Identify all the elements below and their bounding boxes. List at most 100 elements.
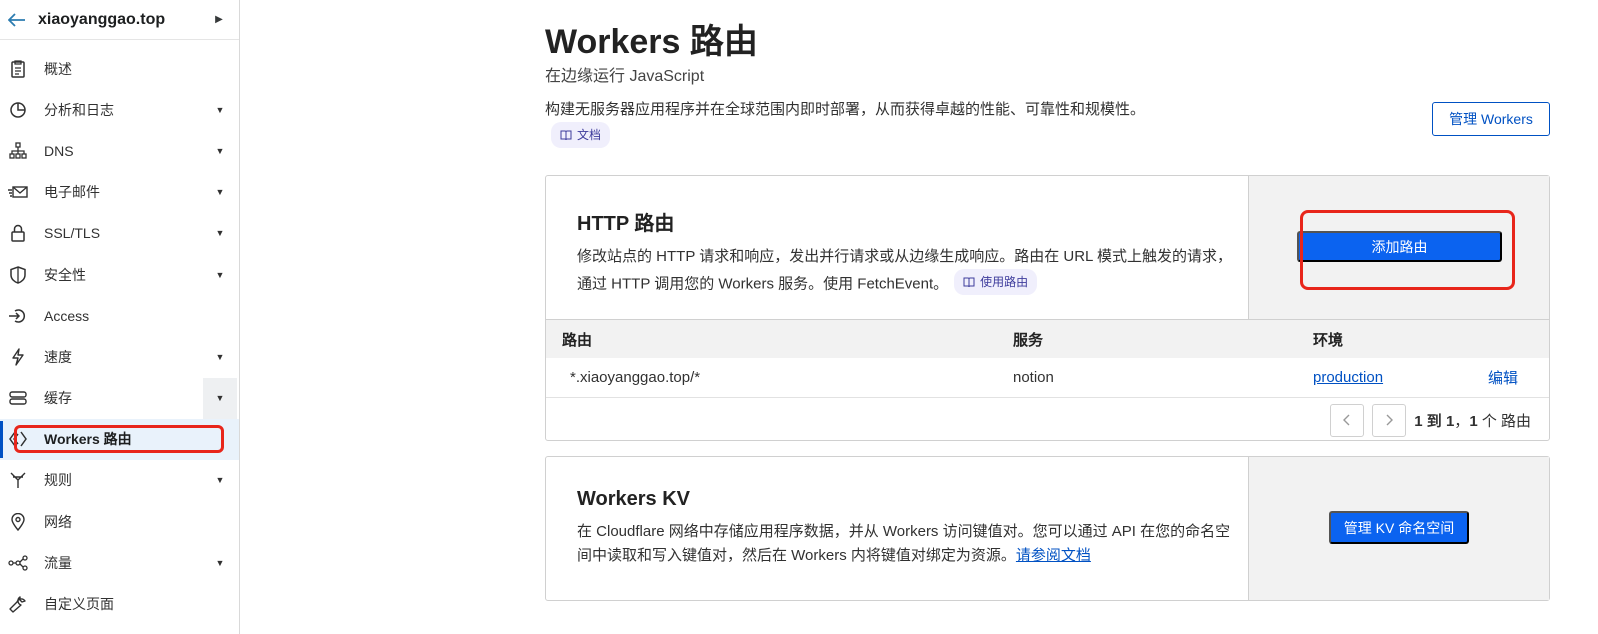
manage-kv-namespaces-button[interactable]: 管理 KV 命名空间 (1329, 511, 1469, 544)
workers-kv-actions: 管理 KV 命名空间 (1248, 457, 1549, 600)
highlight-box (1300, 210, 1515, 290)
pagination-to-word: 到 (1426, 412, 1442, 430)
highlight-box (14, 425, 224, 453)
next-page-button[interactable] (1372, 403, 1407, 437)
sidebar-item-label: 网络 (44, 513, 72, 530)
see-docs-link[interactable]: 请参阅文档 (1016, 547, 1091, 564)
sidebar-header: xiaoyanggao.top ▶ (0, 0, 239, 40)
lock-icon (8, 223, 28, 243)
caret-down-icon[interactable]: ▼ (203, 336, 237, 377)
pagination-unit: 个 路由 (1481, 412, 1531, 430)
workers-kv-info: Workers KV 在 Cloudflare 网络中存储应用程序数据，并从 W… (546, 457, 1248, 600)
caret-down-icon[interactable]: ▼ (203, 460, 237, 501)
sidebar-item-email[interactable]: 电子邮件 ▼ (0, 172, 239, 213)
sidebar-item-dns[interactable]: DNS ▼ (0, 130, 239, 171)
email-icon (8, 182, 28, 202)
wrench-icon (8, 594, 28, 614)
page-description-text: 构建无服务器应用程序并在全球范围内即时部署，从而获得卓越的性能、可靠性和规模性。 (545, 101, 1146, 118)
sidebar-item-custom-pages[interactable]: 自定义页面 (0, 583, 239, 624)
pie-chart-icon (8, 100, 28, 120)
chevron-right-icon (1386, 414, 1394, 426)
caret-down-icon[interactable]: ▼ (203, 213, 237, 254)
sidebar-item-overview[interactable]: 概述 (0, 48, 239, 89)
service-cell: notion (1013, 369, 1054, 386)
routes-table: 路由 服务 环境 *.xiaoyanggao.top/* notion prod… (546, 319, 1549, 442)
sidebar-item-label: DNS (44, 142, 74, 159)
network-icon (8, 141, 28, 161)
sidebar-item-network[interactable]: 网络 (0, 501, 239, 542)
page-title: Workers 路由 (545, 23, 758, 61)
http-routes-card: HTTP 路由 修改站点的 HTTP 请求和响应，发出并行请求或从边缘生成响应。… (545, 175, 1550, 441)
manage-workers-button[interactable]: 管理 Workers (1432, 102, 1550, 136)
sidebar-item-label: 缓存 (44, 390, 72, 407)
pagination-summary: 1 到 1，1 个 路由 (1414, 412, 1531, 430)
edit-route-link[interactable]: 编辑 (1488, 370, 1518, 387)
use-routes-link[interactable]: 使用路由 (954, 269, 1038, 295)
column-header-route: 路由 (562, 331, 593, 349)
sidebar-item-access[interactable]: Access (0, 295, 239, 336)
sidebar-nav: 概述 分析和日志 ▼ DNS ▼ 电子邮件 ▼ SSL/TLS ▼ 安全性 ▼ (0, 40, 239, 625)
sidebar-item-caching[interactable]: 缓存 ▼ (0, 377, 239, 419)
workers-kv-title: Workers KV (577, 488, 691, 510)
caret-down-icon[interactable]: ▼ (203, 254, 237, 295)
workers-kv-description-text: 在 Cloudflare 网络中存储应用程序数据，并从 Workers 访问键值… (577, 523, 1231, 564)
column-header-service: 服务 (1013, 331, 1044, 349)
http-routes-description: 修改站点的 HTTP 请求和响应，发出并行请求或从边缘生成响应。路由在 URL … (577, 245, 1237, 297)
use-routes-label: 使用路由 (980, 275, 1029, 289)
sidebar-item-label: 安全性 (44, 266, 86, 283)
workers-kv-card: Workers KV 在 Cloudflare 网络中存储应用程序数据，并从 W… (545, 456, 1550, 601)
workers-kv-description: 在 Cloudflare 网络中存储应用程序数据，并从 Workers 访问键值… (577, 520, 1237, 568)
sidebar-item-traffic[interactable]: 流量 ▼ (0, 542, 239, 583)
traffic-icon (8, 553, 28, 573)
page-subtitle: 在边缘运行 JavaScript (545, 68, 705, 85)
sidebar-item-label: 分析和日志 (44, 101, 114, 118)
sidebar-item-label: 自定义页面 (44, 596, 114, 613)
column-header-environment: 环境 (1313, 331, 1344, 349)
page-description: 构建无服务器应用程序并在全球范围内即时部署，从而获得卓越的性能、可靠性和规模性。… (545, 98, 1145, 150)
sidebar-item-label: 流量 (44, 554, 72, 571)
sidebar-item-rules[interactable]: 规则 ▼ (0, 460, 239, 501)
prev-page-button[interactable] (1330, 403, 1365, 437)
http-routes-description-text: 修改站点的 HTTP 请求和响应，发出并行请求或从边缘生成响应。路由在 URL … (577, 248, 1233, 293)
sidebar-item-label: 概述 (44, 60, 72, 77)
rules-icon (8, 470, 28, 490)
pagination: 1 到 1，1 个 路由 (546, 398, 1549, 442)
lightning-icon (8, 347, 28, 367)
sidebar-item-security[interactable]: 安全性 ▼ (0, 254, 239, 295)
caret-down-icon[interactable]: ▼ (203, 542, 237, 583)
sidebar-item-label: Access (44, 307, 90, 324)
environment-link[interactable]: production (1313, 369, 1383, 386)
table-header: 路由 服务 环境 (546, 319, 1549, 358)
chevron-left-icon (1343, 414, 1350, 426)
route-cell: *.xiaoyanggao.top/* (570, 369, 701, 386)
caret-down-icon[interactable]: ▼ (203, 172, 237, 213)
docs-link-label: 文档 (577, 128, 602, 142)
sidebar-item-label: 电子邮件 (44, 184, 100, 201)
document-icon (8, 59, 28, 79)
site-name[interactable]: xiaoyanggao.top (38, 11, 209, 29)
table-row: *.xiaoyanggao.top/* notion production 编辑 (546, 358, 1549, 398)
location-icon (8, 512, 28, 532)
sidebar-item-speed[interactable]: 速度 ▼ (0, 336, 239, 377)
back-arrow-icon[interactable] (6, 9, 28, 31)
sidebar-item-ssl-tls[interactable]: SSL/TLS ▼ (0, 213, 239, 254)
caret-right-icon[interactable]: ▶ (209, 14, 229, 25)
docs-link[interactable]: 文档 (551, 122, 611, 148)
caret-down-icon[interactable]: ▼ (203, 130, 237, 171)
http-routes-info: HTTP 路由 修改站点的 HTTP 请求和响应，发出并行请求或从边缘生成响应。… (546, 176, 1248, 319)
pagination-total: 1 (1469, 412, 1478, 430)
pagination-range-start: 1 (1414, 412, 1423, 430)
http-routes-actions: 添加路由 (1248, 176, 1549, 319)
sidebar-item-analytics[interactable]: 分析和日志 ▼ (0, 89, 239, 130)
book-icon (560, 130, 572, 140)
caret-down-icon[interactable]: ▼ (203, 377, 237, 419)
caret-down-icon[interactable]: ▼ (203, 89, 237, 130)
storage-icon (8, 388, 28, 408)
shield-icon (8, 265, 28, 285)
sidebar-item-label: SSL/TLS (44, 225, 101, 242)
access-icon (8, 306, 28, 326)
sidebar-item-label: 速度 (44, 348, 72, 365)
http-routes-title: HTTP 路由 (577, 213, 675, 235)
pagination-range-end: 1 (1445, 412, 1455, 430)
book-icon (963, 277, 975, 287)
